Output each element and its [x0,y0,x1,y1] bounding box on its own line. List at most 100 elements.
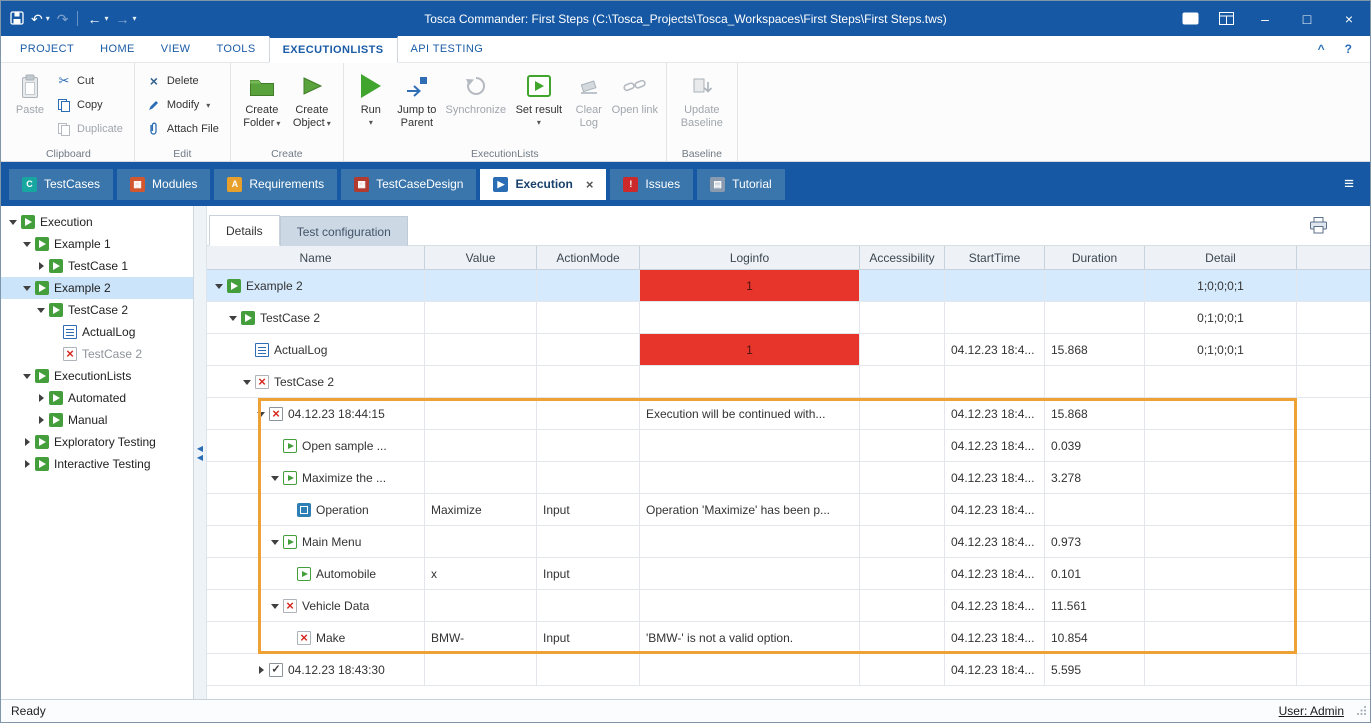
touch-keyboard-icon[interactable] [1172,1,1208,36]
column-header-actionmode[interactable]: ActionMode [537,246,640,269]
tab-modules[interactable]: ▦Modules [117,169,210,200]
duplicate-button[interactable]: Duplicate [51,118,128,140]
tab-requirements[interactable]: ARequirements [214,169,337,200]
column-header-accessibility[interactable]: Accessibility [860,246,945,269]
redo-icon[interactable]: ↷ [57,12,69,26]
maximize-button[interactable]: □ [1286,1,1328,36]
expander-icon[interactable] [35,260,48,272]
tree-item-testcase-1[interactable]: TestCase 1 [1,255,193,277]
table-row[interactable]: TestCase 2 [207,366,1370,398]
modify-button[interactable]: Modify ▾ [141,94,224,116]
forward-dropdown-icon[interactable]: ▾ [133,14,137,23]
ribbon-tab-executionlists[interactable]: EXECUTIONLISTS [269,36,398,63]
expander-icon[interactable] [21,458,34,470]
undo-dropdown-icon[interactable]: ▾ [46,14,50,23]
table-row[interactable]: ActualLog 1 04.12.23 18:4... 15.868 0;1;… [207,334,1370,366]
back-icon[interactable]: ← [87,12,101,26]
table-row[interactable]: 04.12.23 18:43:30 04.12.23 18:4... 5.595 [207,654,1370,686]
expander-icon[interactable] [255,408,268,420]
tab-testcases[interactable]: CTestCases [9,169,113,200]
help-icon[interactable]: ? [1345,42,1352,56]
tree-item-execution[interactable]: Execution [1,211,193,233]
expander-icon[interactable] [21,370,34,382]
create-object-dropdown-icon[interactable]: ▾ [327,119,331,128]
tab-menu-icon[interactable]: ≡ [1344,174,1362,194]
print-icon[interactable] [1309,217,1328,237]
minimize-button[interactable]: – [1244,1,1286,36]
run-button[interactable]: Run ▾ [350,66,392,144]
tab-details[interactable]: Details [209,215,280,246]
expander-icon[interactable] [21,436,34,448]
forward-icon[interactable]: → [116,12,130,26]
tab-issues[interactable]: !Issues [610,169,693,200]
tab-testcasedesign[interactable]: ▦TestCaseDesign [341,169,476,200]
expander-icon[interactable] [21,238,34,250]
ribbon-tab-project[interactable]: PROJECT [7,36,87,62]
tab-tutorial[interactable]: ▤Tutorial [697,169,785,200]
tree-item-example-1[interactable]: Example 1 [1,233,193,255]
table-row[interactable]: Example 2 1 1;0;0;0;1 [207,270,1370,302]
set-result-dropdown-icon[interactable]: ▾ [537,118,541,128]
copy-button[interactable]: Copy [51,94,128,116]
column-header-value[interactable]: Value [425,246,537,269]
table-row[interactable]: TestCase 2 0;1;0;0;1 [207,302,1370,334]
tree-item-manual[interactable]: Manual [1,409,193,431]
expander-icon[interactable] [21,282,34,294]
column-header-name[interactable]: Name [207,246,425,269]
expander-icon[interactable] [255,664,268,676]
attach-file-button[interactable]: Attach File [141,118,224,140]
ribbon-tab-api-testing[interactable]: API TESTING [398,36,497,62]
close-button[interactable]: × [1328,1,1370,36]
table-row[interactable]: Main Menu 04.12.23 18:4... 0.973 [207,526,1370,558]
table-row[interactable]: Automobile x Input 04.12.23 18:4... 0.10… [207,558,1370,590]
table-row[interactable]: Maximize the ... 04.12.23 18:4... 3.278 [207,462,1370,494]
cut-button[interactable]: ✂ Cut [51,70,128,92]
table-row[interactable]: Operation Maximize Input Operation 'Maxi… [207,494,1370,526]
tree-item-actuallog[interactable]: ActualLog [1,321,193,343]
tree-item-interactive-testing[interactable]: Interactive Testing [1,453,193,475]
ribbon-tab-home[interactable]: HOME [87,36,148,62]
clear-log-button[interactable]: Clear Log [568,66,610,144]
expander-icon[interactable] [269,600,282,612]
create-object-button[interactable]: Create Object▾ [287,66,337,144]
expander-icon[interactable] [7,216,20,228]
tree-item-automated[interactable]: Automated [1,387,193,409]
update-baseline-button[interactable]: Update Baseline [673,66,731,144]
user-admin-link[interactable]: User: Admin [1279,704,1344,718]
tree-item-testcase-2[interactable]: TestCase 2 [1,299,193,321]
expander-icon[interactable] [241,376,254,388]
set-result-button[interactable]: Set result ▾ [510,66,568,144]
tree-item-testcase-2-log[interactable]: TestCase 2 [1,343,193,365]
create-folder-dropdown-icon[interactable]: ▾ [276,119,280,128]
jump-to-parent-button[interactable]: Jump to Parent [392,66,442,144]
resize-grip[interactable] [1356,705,1367,719]
modify-dropdown-icon[interactable]: ▾ [206,101,210,110]
column-header-duration[interactable]: Duration [1045,246,1145,269]
tree-item-executionlists[interactable]: ExecutionLists [1,365,193,387]
back-dropdown-icon[interactable]: ▾ [104,14,108,23]
tree-item-example-2[interactable]: Example 2 [1,277,193,299]
tab-execution[interactable]: ▶Execution× [480,169,606,200]
tree-item-exploratory-testing[interactable]: Exploratory Testing [1,431,193,453]
expander-icon[interactable] [213,280,226,292]
panel-splitter[interactable]: ◀ ◀ [194,206,207,699]
expander-icon[interactable] [269,536,282,548]
table-row[interactable]: Vehicle Data 04.12.23 18:4... 11.561 [207,590,1370,622]
column-header-detail[interactable]: Detail [1145,246,1297,269]
ribbon-tab-view[interactable]: VIEW [148,36,204,62]
ribbon-tab-tools[interactable]: TOOLS [203,36,268,62]
synchronize-button[interactable]: Synchronize [442,66,510,144]
table-row[interactable]: 04.12.23 18:44:15 Execution will be cont… [207,398,1370,430]
collapse-left-icon[interactable]: ◀ [197,453,203,462]
close-tab-icon[interactable]: × [586,177,594,192]
expander-icon[interactable] [227,312,240,324]
expander-icon[interactable] [35,414,48,426]
expander-icon[interactable] [269,472,282,484]
open-link-button[interactable]: Open link [610,66,660,144]
undo-icon[interactable]: ↶ [31,12,43,26]
run-dropdown-icon[interactable]: ▾ [369,118,373,128]
table-row[interactable]: Make BMW- Input 'BMW-' is not a valid op… [207,622,1370,654]
paste-button[interactable]: Paste [9,66,51,144]
create-folder-button[interactable]: Create Folder▾ [237,66,287,144]
save-icon[interactable] [10,11,24,27]
